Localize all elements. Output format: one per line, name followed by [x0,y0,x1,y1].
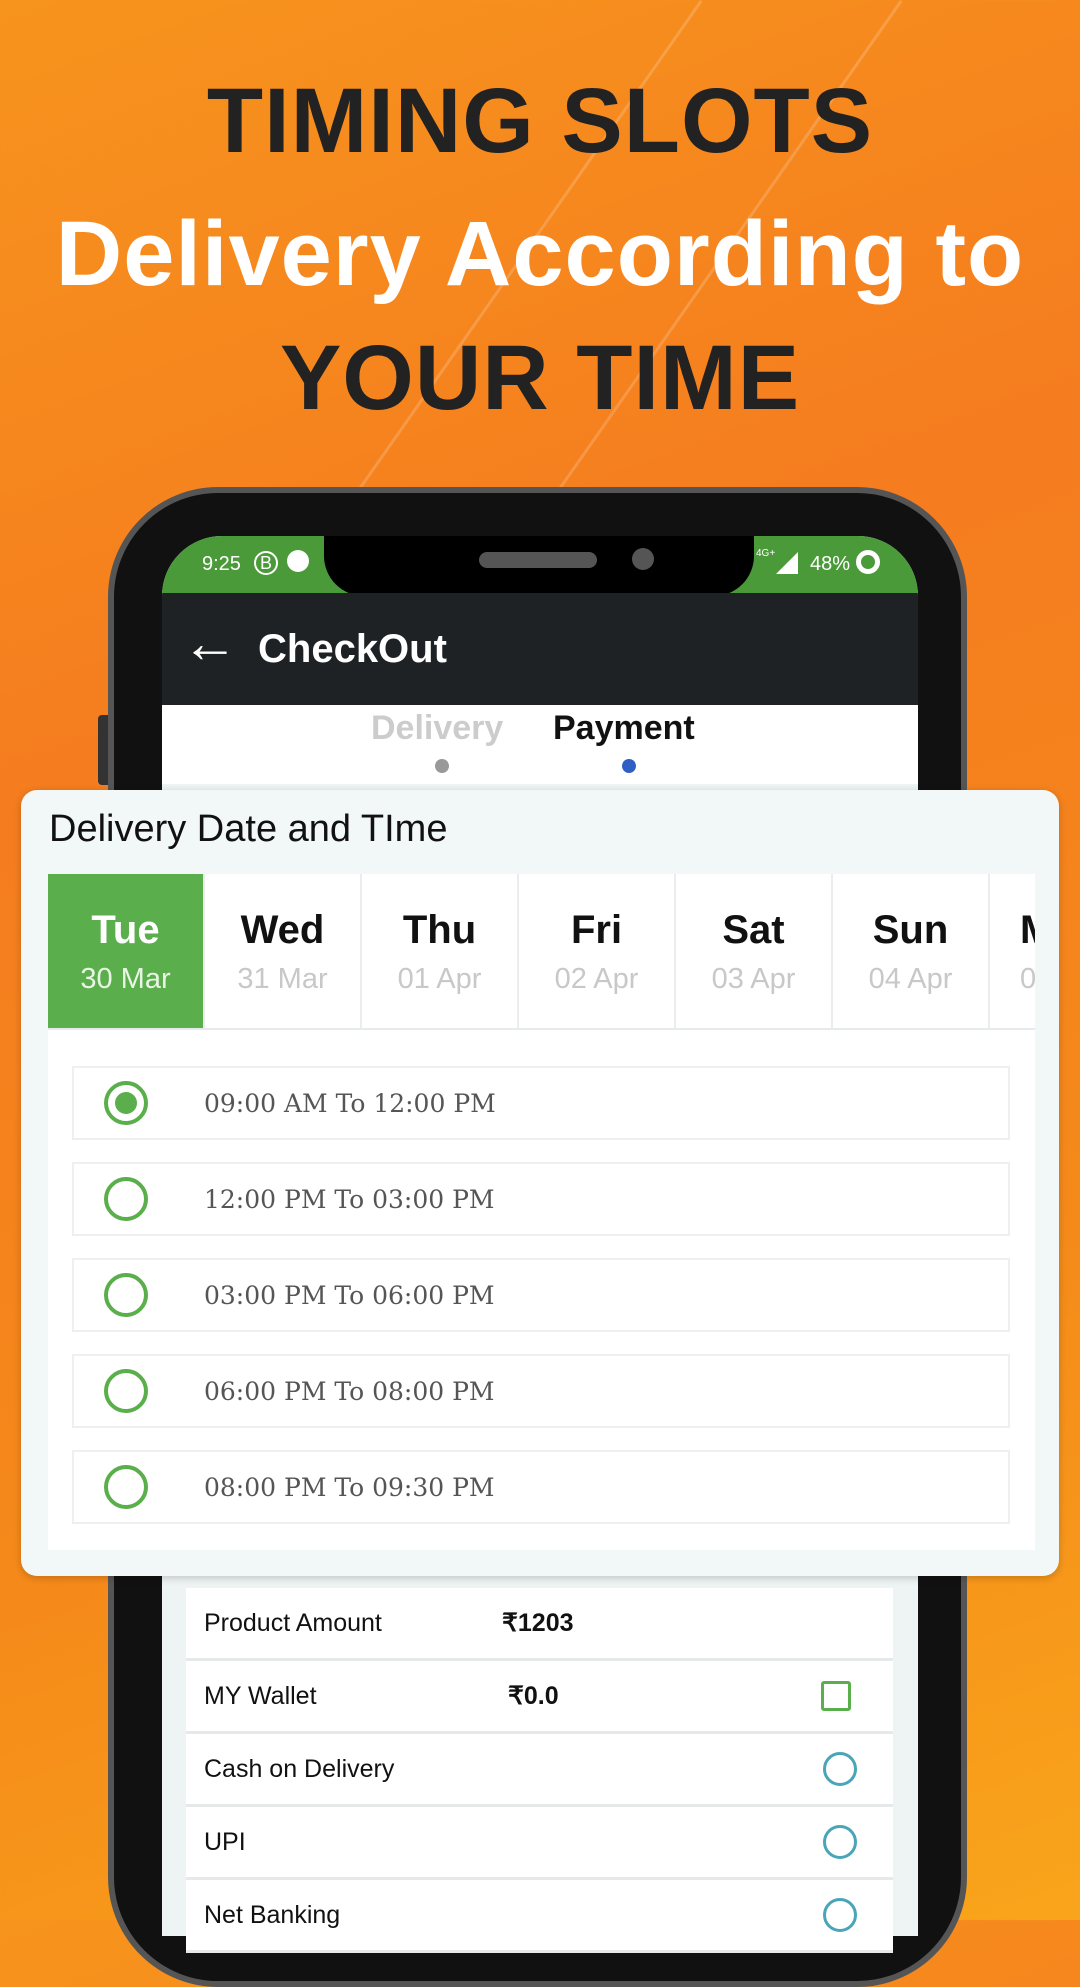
payment-row-product-amount: Product Amount ₹1203 [186,1588,893,1661]
date-date: 03 Apr [711,963,796,995]
date-tab[interactable]: Thu 01 Apr [362,874,519,1028]
date-tab[interactable]: Tue 30 Mar [48,874,205,1028]
date-day: Wed [240,908,325,952]
time-slot[interactable]: 09:00 AM To 12:00 PM [72,1066,1010,1140]
slot-label: 12:00 PM To 03:00 PM [204,1184,495,1214]
slot-label: 03:00 PM To 06:00 PM [204,1280,495,1310]
date-day: Sat [722,908,785,952]
network-type: 4G+ [756,548,776,559]
step-payment[interactable]: Payment [553,709,695,748]
time-slot[interactable]: 03:00 PM To 06:00 PM [72,1258,1010,1332]
wallet-checkbox[interactable] [821,1681,851,1711]
signal-icon [776,552,798,574]
headline-line1: TIMING SLOTS [206,70,874,172]
battery-icon [856,550,880,574]
radio-selected[interactable] [104,1081,148,1125]
radio[interactable] [104,1177,148,1221]
cod-radio[interactable] [823,1752,857,1786]
row-label: MY Wallet [204,1681,317,1710]
time-slot[interactable]: 08:00 PM To 09:30 PM [72,1450,1010,1524]
headline-line3: YOUR TIME [279,327,801,429]
date-tab[interactable]: M0 [990,874,1035,1028]
row-label: Product Amount [204,1608,382,1637]
slot-label: 08:00 PM To 09:30 PM [204,1472,495,1502]
headline-line2: Delivery According to [55,203,1025,305]
radio[interactable] [104,1465,148,1509]
date-date: 0 [1020,963,1035,995]
row-label: Cash on Delivery [204,1754,395,1783]
check-icon [435,759,449,773]
card-title: Delivery Date and TIme [49,808,448,850]
speaker [479,552,597,568]
payment-row-cod[interactable]: Cash on Delivery [186,1734,893,1807]
row-label: UPI [204,1827,246,1856]
date-date: 04 Apr [868,963,953,995]
status-time: 9:25 [202,553,241,575]
payment-row-upi[interactable]: UPI [186,1807,893,1880]
delivery-date-time-card: Delivery Date and TIme Tue 30 Mar Wed 31 M… [21,790,1059,1576]
date-day: Thu [402,908,477,952]
radio[interactable] [104,1273,148,1317]
time-slots: 09:00 AM To 12:00 PM 12:00 PM To 03:00 P… [48,1030,1035,1550]
upi-radio[interactable] [823,1825,857,1859]
time-slot[interactable]: 06:00 PM To 08:00 PM [72,1354,1010,1428]
date-date: 31 Mar [237,963,328,995]
checkout-steps: Delivery Payment [162,705,918,784]
arrow-left-icon[interactable]: ← [182,615,238,671]
radio[interactable] [104,1369,148,1413]
step-delivery[interactable]: Delivery [371,709,503,748]
time-slot[interactable]: 12:00 PM To 03:00 PM [72,1162,1010,1236]
netbanking-radio[interactable] [823,1898,857,1932]
slot-label: 06:00 PM To 08:00 PM [204,1376,495,1406]
row-value: ₹1203 [502,1609,574,1637]
payment-options: Product Amount ₹1203 MY Wallet ₹0.0 Cash o… [186,1588,893,1953]
row-label: Net Banking [204,1900,341,1929]
phone-notch [324,536,754,596]
app-bar: ← CheckOut [162,593,918,705]
date-tab[interactable]: Sat 03 Apr [676,874,833,1028]
message-icon [287,550,309,572]
date-date: 30 Mar [80,963,171,995]
date-tabs: Tue 30 Mar Wed 31 Mar Thu 01 Apr Fri 02 Apr … [48,874,1035,1030]
date-date: 01 Apr [397,963,482,995]
chevron-right-icon [622,759,636,773]
date-day: Sun [872,908,949,952]
camera [632,548,654,570]
battery-percent: 48% [810,553,851,575]
page-title: CheckOut [258,627,447,671]
date-tab[interactable]: Fri 02 Apr [519,874,676,1028]
slot-label: 09:00 AM To 12:00 PM [204,1088,496,1118]
date-day: M [1020,908,1035,953]
payment-row-netbanking[interactable]: Net Banking [186,1880,893,1953]
date-day: Tue [91,908,160,952]
date-tab[interactable]: Sun 04 Apr [833,874,990,1028]
date-day: Fri [570,908,623,952]
date-tab[interactable]: Wed 31 Mar [205,874,362,1028]
date-date: 02 Apr [554,963,639,995]
payment-row-wallet[interactable]: MY Wallet ₹0.0 [186,1661,893,1734]
row-value: ₹0.0 [508,1682,559,1710]
app-notification-icon: B [254,551,278,575]
